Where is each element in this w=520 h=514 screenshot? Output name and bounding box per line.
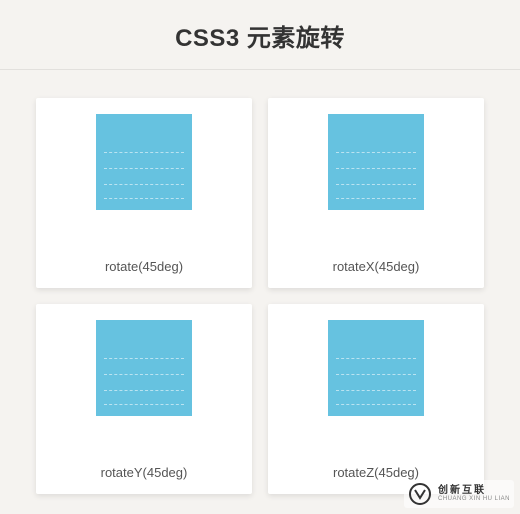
watermark-text: 创新互联 CHUANG XIN HU LIAN (438, 486, 510, 502)
demo-box (96, 320, 192, 416)
watermark-en: CHUANG XIN HU LIAN (438, 496, 510, 502)
demo-card-rotate: rotate(45deg) (36, 98, 252, 288)
demo-box (96, 114, 192, 210)
demo-box (328, 114, 424, 210)
demo-card-rotatez: rotateZ(45deg) (268, 304, 484, 494)
demo-card-rotatey: rotateY(45deg) (36, 304, 252, 494)
watermark: 创新互联 CHUANG XIN HU LIAN (404, 480, 514, 508)
watermark-cn: 创新互联 (438, 486, 510, 496)
demo-card-rotatex: rotateX(45deg) (268, 98, 484, 288)
demo-box (328, 320, 424, 416)
demo-caption: rotateY(45deg) (101, 465, 188, 480)
page-title: CSS3 元素旋转 (0, 18, 520, 53)
demo-caption: rotateZ(45deg) (333, 465, 419, 480)
demo-caption: rotateX(45deg) (333, 259, 420, 274)
demo-caption: rotate(45deg) (105, 259, 183, 274)
page-header: CSS3 元素旋转 (0, 0, 520, 70)
watermark-logo-icon (408, 482, 432, 506)
demo-grid: rotate(45deg) rotateX(45deg) rotateY(45d… (0, 70, 520, 514)
